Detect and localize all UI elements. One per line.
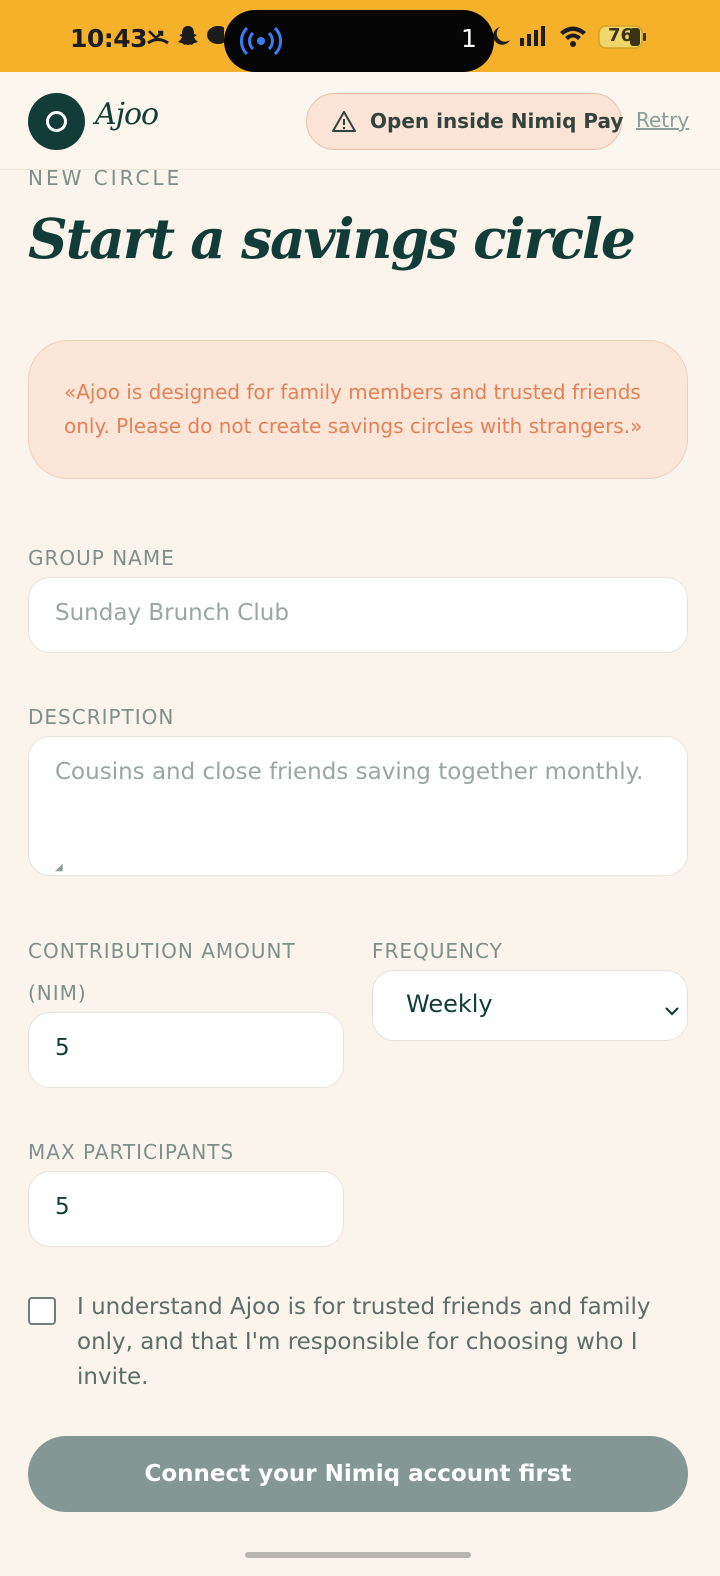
- status-bar: 10:43 76 1: [0, 0, 720, 72]
- signal-icon: [518, 24, 548, 52]
- battery-level: 76: [608, 25, 634, 46]
- broadcast-icon: [240, 25, 282, 61]
- description-label: DESCRIPTION: [28, 705, 175, 729]
- retry-link[interactable]: Retry: [636, 108, 689, 132]
- missed-call-icon: [146, 24, 170, 52]
- warning-icon: [331, 109, 357, 140]
- description-placeholder: Cousins and close friends saving togethe…: [55, 759, 644, 785]
- open-nimiq-button[interactable]: Open inside Nimiq Pay: [306, 93, 624, 150]
- consent-label[interactable]: I understand Ajoo is for trusted friends…: [77, 1290, 687, 1395]
- app-header: Ajoo Open inside Nimiq Pay Retry: [0, 72, 720, 170]
- battery-icon: 76: [598, 24, 648, 54]
- chevron-down-icon: [663, 998, 679, 1024]
- island-count: 1: [461, 24, 477, 53]
- page-title: Start a savings circle: [28, 206, 636, 271]
- max-participants-label: MAX PARTICIPANTS: [28, 1140, 235, 1164]
- consent-checkbox[interactable]: [28, 1297, 56, 1325]
- frequency-select[interactable]: Weekly: [372, 970, 688, 1041]
- wifi-icon: [558, 24, 588, 52]
- frequency-label: FREQUENCY: [372, 939, 503, 963]
- dynamic-island: 1: [224, 10, 494, 72]
- open-nimiq-label: Open inside Nimiq Pay: [370, 109, 624, 133]
- page-kicker: NEW CIRCLE: [28, 166, 183, 190]
- frequency-value: Weekly: [406, 990, 493, 1018]
- group-name-label: GROUP NAME: [28, 546, 175, 570]
- description-textarea[interactable]: Cousins and close friends saving togethe…: [28, 736, 688, 876]
- snapchat-icon: [176, 24, 200, 52]
- group-name-placeholder: Sunday Brunch Club: [55, 600, 289, 626]
- logo-mark-icon: [28, 93, 85, 150]
- contribution-value: 5: [55, 1035, 70, 1061]
- resize-handle-icon[interactable]: ◢: [55, 862, 683, 873]
- group-name-input[interactable]: Sunday Brunch Club: [28, 577, 688, 653]
- contribution-input[interactable]: 5: [28, 1012, 344, 1088]
- trust-notice: «Ajoo is designed for family members and…: [28, 340, 688, 479]
- connect-account-button[interactable]: Connect your Nimiq account first: [28, 1436, 688, 1512]
- status-time: 10:43: [70, 24, 148, 53]
- home-indicator[interactable]: [245, 1552, 471, 1558]
- max-participants-input[interactable]: 5: [28, 1171, 344, 1247]
- connect-account-label: Connect your Nimiq account first: [144, 1461, 572, 1487]
- contribution-label: CONTRIBUTION AMOUNT (NIM): [28, 939, 296, 1005]
- trust-notice-text: «Ajoo is designed for family members and…: [64, 380, 643, 438]
- brand-logo: Ajoo: [95, 97, 159, 132]
- chat-icon: [206, 24, 229, 52]
- max-participants-value: 5: [55, 1194, 70, 1220]
